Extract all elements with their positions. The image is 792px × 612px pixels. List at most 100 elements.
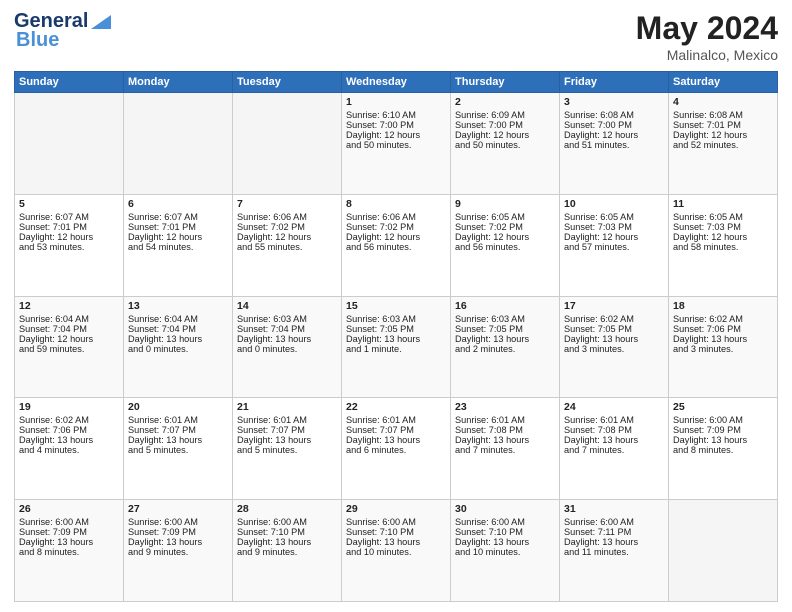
day-info-line: Daylight: 13 hours	[455, 435, 555, 445]
day-info-line: Daylight: 13 hours	[19, 537, 119, 547]
day-cell: 26Sunrise: 6:00 AMSunset: 7:09 PMDayligh…	[15, 500, 124, 602]
day-number: 12	[19, 300, 119, 312]
day-info-line: Sunrise: 6:07 AM	[19, 212, 119, 222]
day-cell: 7Sunrise: 6:06 AMSunset: 7:02 PMDaylight…	[233, 194, 342, 296]
day-info-line: Daylight: 13 hours	[237, 537, 337, 547]
day-info-line: and 7 minutes.	[455, 445, 555, 455]
day-cell: 13Sunrise: 6:04 AMSunset: 7:04 PMDayligh…	[124, 296, 233, 398]
day-info-line: Daylight: 12 hours	[19, 232, 119, 242]
day-info-line: and 10 minutes.	[346, 547, 446, 557]
day-info-line: and 11 minutes.	[564, 547, 664, 557]
day-info-line: Sunrise: 6:01 AM	[564, 415, 664, 425]
day-number: 27	[128, 503, 228, 515]
day-number: 20	[128, 401, 228, 413]
day-cell: 18Sunrise: 6:02 AMSunset: 7:06 PMDayligh…	[669, 296, 778, 398]
day-info-line: Sunrise: 6:00 AM	[128, 517, 228, 527]
day-header-tuesday: Tuesday	[233, 72, 342, 93]
day-number: 3	[564, 96, 664, 108]
day-info-line: and 57 minutes.	[564, 242, 664, 252]
day-info-line: Sunset: 7:07 PM	[237, 425, 337, 435]
day-cell: 10Sunrise: 6:05 AMSunset: 7:03 PMDayligh…	[560, 194, 669, 296]
day-cell	[233, 93, 342, 195]
day-number: 10	[564, 198, 664, 210]
day-info-line: and 10 minutes.	[455, 547, 555, 557]
day-info-line: Daylight: 12 hours	[346, 130, 446, 140]
day-header-thursday: Thursday	[451, 72, 560, 93]
day-info-line: Daylight: 12 hours	[19, 334, 119, 344]
day-cell: 16Sunrise: 6:03 AMSunset: 7:05 PMDayligh…	[451, 296, 560, 398]
day-number: 23	[455, 401, 555, 413]
day-info-line: Daylight: 13 hours	[564, 334, 664, 344]
day-number: 31	[564, 503, 664, 515]
day-info-line: Sunrise: 6:00 AM	[19, 517, 119, 527]
day-header-friday: Friday	[560, 72, 669, 93]
day-info-line: Sunrise: 6:02 AM	[564, 314, 664, 324]
day-info-line: Sunrise: 6:02 AM	[19, 415, 119, 425]
day-info-line: and 8 minutes.	[19, 547, 119, 557]
day-info-line: Sunrise: 6:03 AM	[237, 314, 337, 324]
day-info-line: Sunset: 7:09 PM	[673, 425, 773, 435]
day-info-line: Daylight: 13 hours	[128, 334, 228, 344]
day-number: 17	[564, 300, 664, 312]
title-month: May 2024	[636, 10, 778, 47]
day-info-line: Daylight: 13 hours	[673, 435, 773, 445]
day-number: 21	[237, 401, 337, 413]
day-info-line: and 50 minutes.	[346, 140, 446, 150]
day-info-line: and 9 minutes.	[237, 547, 337, 557]
day-info-line: Sunset: 7:03 PM	[673, 222, 773, 232]
day-info-line: Daylight: 12 hours	[564, 232, 664, 242]
day-cell	[669, 500, 778, 602]
day-info-line: Sunrise: 6:01 AM	[455, 415, 555, 425]
day-info-line: Sunrise: 6:08 AM	[673, 110, 773, 120]
day-info-line: Sunset: 7:03 PM	[564, 222, 664, 232]
day-number: 6	[128, 198, 228, 210]
day-cell: 5Sunrise: 6:07 AMSunset: 7:01 PMDaylight…	[15, 194, 124, 296]
week-row-4: 19Sunrise: 6:02 AMSunset: 7:06 PMDayligh…	[15, 398, 778, 500]
day-cell: 6Sunrise: 6:07 AMSunset: 7:01 PMDaylight…	[124, 194, 233, 296]
day-info-line: Daylight: 13 hours	[346, 334, 446, 344]
day-info-line: and 5 minutes.	[237, 445, 337, 455]
day-info-line: Sunrise: 6:01 AM	[346, 415, 446, 425]
day-number: 25	[673, 401, 773, 413]
day-info-line: Sunrise: 6:08 AM	[564, 110, 664, 120]
day-cell: 23Sunrise: 6:01 AMSunset: 7:08 PMDayligh…	[451, 398, 560, 500]
week-row-5: 26Sunrise: 6:00 AMSunset: 7:09 PMDayligh…	[15, 500, 778, 602]
day-info-line: Daylight: 12 hours	[128, 232, 228, 242]
day-info-line: and 3 minutes.	[673, 344, 773, 354]
day-info-line: Daylight: 13 hours	[128, 435, 228, 445]
day-info-line: Daylight: 13 hours	[455, 537, 555, 547]
day-cell: 31Sunrise: 6:00 AMSunset: 7:11 PMDayligh…	[560, 500, 669, 602]
day-cell: 29Sunrise: 6:00 AMSunset: 7:10 PMDayligh…	[342, 500, 451, 602]
day-info-line: and 3 minutes.	[564, 344, 664, 354]
day-info-line: Sunset: 7:01 PM	[673, 120, 773, 130]
day-info-line: and 54 minutes.	[128, 242, 228, 252]
day-info-line: Daylight: 12 hours	[673, 130, 773, 140]
day-info-line: and 6 minutes.	[346, 445, 446, 455]
week-row-2: 5Sunrise: 6:07 AMSunset: 7:01 PMDaylight…	[15, 194, 778, 296]
day-info-line: Sunset: 7:11 PM	[564, 527, 664, 537]
day-number: 28	[237, 503, 337, 515]
day-info-line: Daylight: 13 hours	[237, 334, 337, 344]
day-info-line: Sunrise: 6:07 AM	[128, 212, 228, 222]
day-info-line: and 59 minutes.	[19, 344, 119, 354]
day-number: 2	[455, 96, 555, 108]
day-info-line: Sunrise: 6:03 AM	[455, 314, 555, 324]
day-number: 1	[346, 96, 446, 108]
day-info-line: Daylight: 13 hours	[19, 435, 119, 445]
day-info-line: and 56 minutes.	[346, 242, 446, 252]
day-number: 14	[237, 300, 337, 312]
header: General Blue May 2024 Malinalco, Mexico	[14, 10, 778, 63]
day-info-line: and 1 minute.	[346, 344, 446, 354]
day-info-line: Sunset: 7:07 PM	[346, 425, 446, 435]
day-info-line: and 5 minutes.	[128, 445, 228, 455]
day-number: 5	[19, 198, 119, 210]
day-info-line: Sunrise: 6:05 AM	[673, 212, 773, 222]
day-cell: 8Sunrise: 6:06 AMSunset: 7:02 PMDaylight…	[342, 194, 451, 296]
day-info-line: and 55 minutes.	[237, 242, 337, 252]
day-info-line: and 2 minutes.	[455, 344, 555, 354]
day-info-line: Sunset: 7:04 PM	[237, 324, 337, 334]
day-info-line: Sunset: 7:10 PM	[455, 527, 555, 537]
logo-blue: Blue	[16, 29, 59, 52]
day-number: 26	[19, 503, 119, 515]
day-info-line: Sunrise: 6:00 AM	[564, 517, 664, 527]
